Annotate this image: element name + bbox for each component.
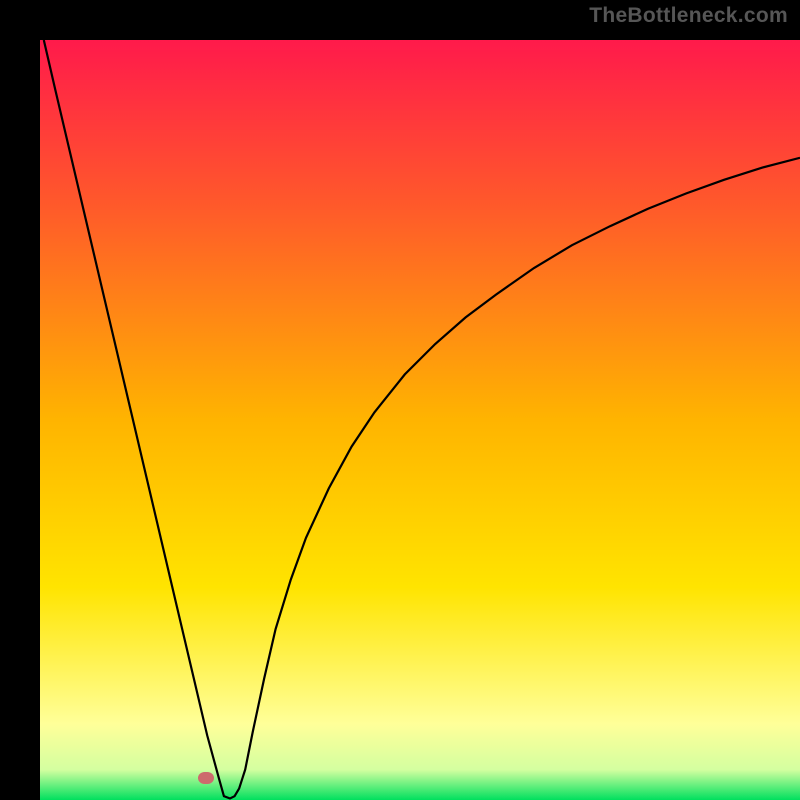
gradient-background <box>40 40 800 800</box>
chart-canvas <box>40 40 800 800</box>
optimum-marker <box>198 772 214 784</box>
site-watermark: TheBottleneck.com <box>589 4 788 28</box>
outer-black-frame <box>20 20 780 780</box>
